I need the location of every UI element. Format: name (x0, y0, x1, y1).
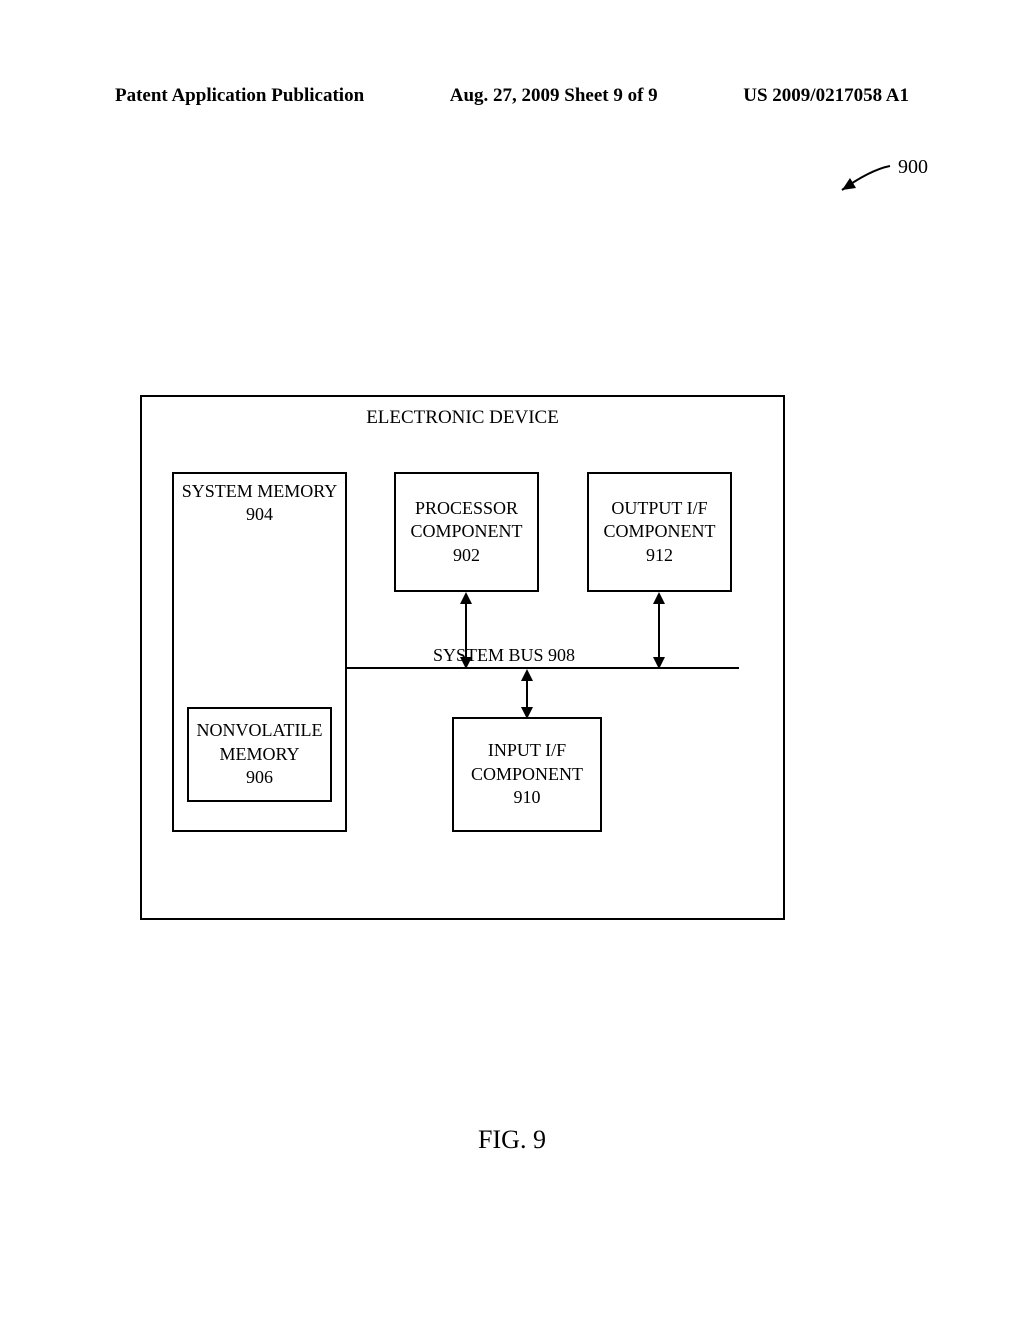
output-if-label-line1: OUTPUT I/F (595, 497, 724, 520)
header-left: Patent Application Publication (115, 85, 364, 107)
system-memory-number: 904 (174, 503, 345, 526)
header-mid: Aug. 27, 2009 Sheet 9 of 9 (450, 85, 658, 107)
system-bus-line (347, 667, 739, 669)
output-if-block: OUTPUT I/F COMPONENT 912 (587, 472, 732, 592)
system-bus-label: SYSTEM BUS 908 (427, 645, 581, 666)
processor-block: PROCESSOR COMPONENT 902 (394, 472, 539, 592)
figure-reference-callout: 900 (830, 158, 900, 203)
input-if-label-line2: COMPONENT (460, 763, 594, 786)
nvmem-label-line1: NONVOLATILE (189, 719, 330, 742)
system-memory-label: SYSTEM MEMORY (174, 480, 345, 503)
input-if-label-line1: INPUT I/F (460, 739, 594, 762)
diagram-title: ELECTRONIC DEVICE (142, 407, 783, 429)
input-if-block: INPUT I/F COMPONENT 910 (452, 717, 602, 832)
input-if-number: 910 (460, 786, 594, 809)
input-if-bus-connector (526, 677, 528, 710)
arrow-down-icon (653, 657, 665, 669)
figure-label: FIG. 9 (0, 1125, 1024, 1155)
output-if-bus-connector (658, 602, 660, 660)
arrow-up-icon (521, 669, 533, 681)
arrow-down-icon (460, 657, 472, 669)
arrow-down-icon (521, 707, 533, 719)
figure-reference-number: 900 (898, 156, 928, 179)
page-header: Patent Application Publication Aug. 27, … (115, 85, 909, 107)
processor-label-line1: PROCESSOR (402, 497, 531, 520)
processor-label-line2: COMPONENT (402, 520, 531, 543)
header-right: US 2009/0217058 A1 (743, 85, 909, 107)
processor-number: 902 (402, 544, 531, 567)
nvmem-number: 906 (189, 766, 330, 789)
arrow-up-icon (460, 592, 472, 604)
nonvolatile-memory-block: NONVOLATILE MEMORY 906 (187, 707, 332, 802)
electronic-device-box: ELECTRONIC DEVICE SYSTEM MEMORY 904 NONV… (140, 395, 785, 920)
output-if-label-line2: COMPONENT (595, 520, 724, 543)
nvmem-label-line2: MEMORY (189, 743, 330, 766)
output-if-number: 912 (595, 544, 724, 567)
leader-arrow-icon (830, 158, 900, 198)
arrow-up-icon (653, 592, 665, 604)
processor-bus-connector (465, 602, 467, 660)
